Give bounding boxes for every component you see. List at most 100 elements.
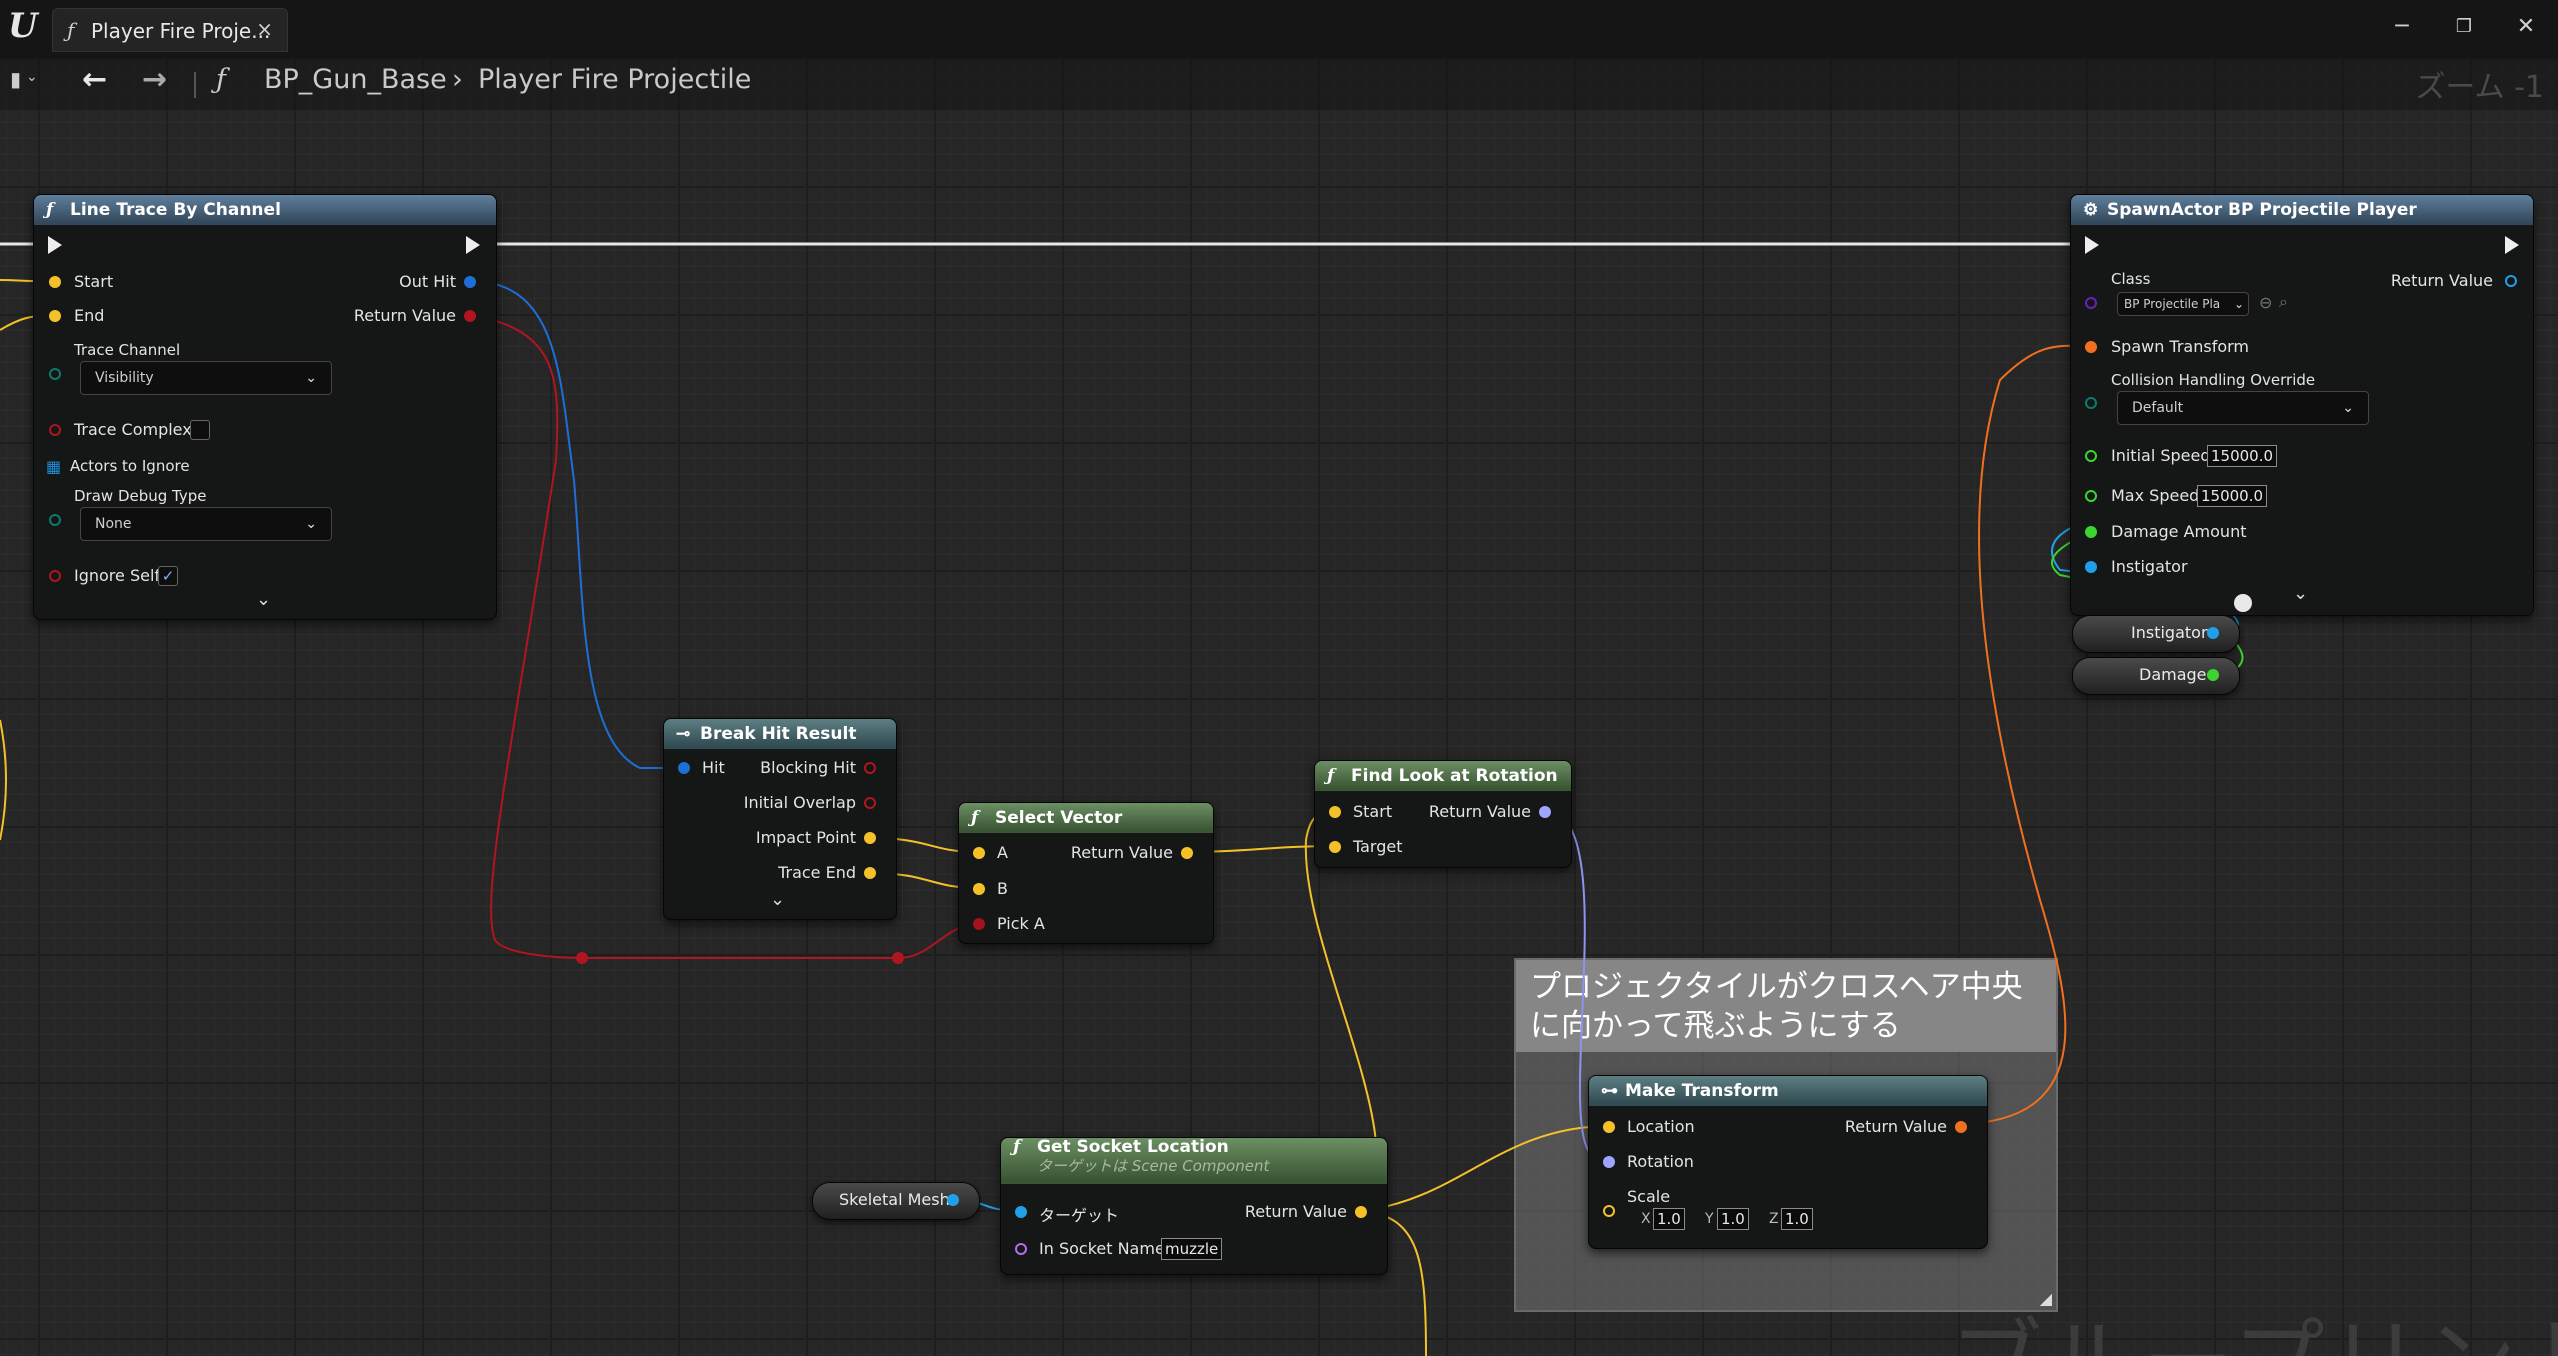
instigator-var-pin[interactable] — [2207, 627, 2219, 639]
minimize-button[interactable]: ─ — [2382, 10, 2422, 44]
class-pin[interactable] — [2085, 297, 2097, 309]
in-socket-name-pin[interactable] — [1015, 1243, 1027, 1255]
reroute-knot[interactable] — [2234, 594, 2252, 612]
return-value-pin[interactable] — [464, 310, 476, 322]
instigator-pin[interactable] — [2085, 561, 2097, 573]
return-value-label: Return Value — [1844, 1117, 1947, 1136]
a-label: A — [997, 843, 1008, 862]
node-header[interactable]: ⊶ Make Transform — [1589, 1076, 1987, 1106]
breadcrumb-bar: ▮ ⌄ ← → ƒ BP_Gun_Base › Player Fire Proj… — [0, 58, 2558, 110]
back-arrow-icon[interactable]: ← — [82, 62, 107, 97]
node-header[interactable]: ƒ Line Trace By Channel — [34, 195, 496, 225]
socket-name-input[interactable]: muzzle — [1161, 1238, 1223, 1260]
expand-chevron-icon[interactable]: ⌄ — [256, 589, 271, 610]
pick-a-pin[interactable] — [973, 918, 985, 930]
damage-var-pin[interactable] — [2207, 669, 2219, 681]
damage-variable[interactable]: Damage — [2072, 657, 2240, 695]
start-pin[interactable] — [1329, 806, 1341, 818]
expand-chevron-icon[interactable]: ⌄ — [770, 889, 785, 910]
out-hit-pin[interactable] — [464, 276, 476, 288]
hit-label: Hit — [702, 758, 725, 777]
target-pin[interactable] — [1329, 841, 1341, 853]
trace-channel-dropdown[interactable]: Visibility ⌄ — [80, 361, 332, 395]
scale-y-input[interactable]: 1.0 — [1717, 1208, 1749, 1230]
trace-end-pin[interactable] — [864, 867, 876, 879]
exec-out-pin[interactable] — [2505, 236, 2519, 254]
tab-close-icon[interactable]: × — [256, 17, 273, 41]
breadcrumb-current[interactable]: Player Fire Projectile — [478, 64, 751, 95]
start-pin[interactable] — [49, 276, 61, 288]
scale-z-input[interactable]: 1.0 — [1781, 1208, 1813, 1230]
scale-pin[interactable] — [1603, 1205, 1615, 1217]
array-pin-icon[interactable]: ▦ — [46, 457, 61, 476]
line-trace-node[interactable]: ƒ Line Trace By Channel Start End Out Hi… — [33, 194, 497, 620]
a-pin[interactable] — [973, 847, 985, 859]
forward-arrow-icon[interactable]: → — [142, 62, 167, 97]
skeletal-mesh-variable[interactable]: Skeletal Mesh — [812, 1182, 980, 1220]
collision-dropdown[interactable]: Default ⌄ — [2117, 391, 2369, 425]
return-value-pin[interactable] — [2505, 275, 2517, 287]
node-header[interactable]: ⊸ Break Hit Result — [664, 719, 896, 749]
restore-button[interactable]: ❐ — [2444, 10, 2484, 44]
expand-chevron-icon[interactable]: ⌄ — [2293, 583, 2308, 604]
select-vector-node[interactable]: ƒ Select Vector A B Pick A Return Value — [958, 802, 1214, 944]
node-header[interactable]: ƒ Find Look at Rotation — [1315, 761, 1571, 791]
max-speed-input[interactable]: 15000.0 — [2197, 485, 2268, 507]
spawn-transform-pin[interactable] — [2085, 341, 2097, 353]
trace-complex-checkbox[interactable] — [190, 420, 210, 440]
function-icon: ƒ — [67, 18, 75, 42]
initial-speed-pin[interactable] — [2085, 450, 2097, 462]
document-tab[interactable]: ƒ Player Fire Proje... × — [52, 8, 288, 52]
close-window-button[interactable]: ✕ — [2506, 10, 2546, 44]
exec-out-pin[interactable] — [466, 236, 480, 254]
breadcrumb-root[interactable]: BP_Gun_Base — [264, 64, 447, 95]
bookmark-icon[interactable]: ▮ — [10, 67, 21, 91]
scale-x-input[interactable]: 1.0 — [1653, 1208, 1685, 1230]
instigator-variable[interactable]: Instigator — [2072, 615, 2240, 653]
impact-point-pin[interactable] — [864, 832, 876, 844]
use-selected-icon[interactable]: ⊖ — [2259, 293, 2272, 312]
break-hit-result-node[interactable]: ⊸ Break Hit Result Hit Blocking Hit Init… — [663, 718, 897, 920]
get-socket-location-node[interactable]: ƒ Get Socket Location ターゲットは Scene Compo… — [1000, 1137, 1388, 1275]
rotation-pin[interactable] — [1603, 1156, 1615, 1168]
chevron-down-icon[interactable]: ⌄ — [26, 69, 38, 85]
ignore-self-checkbox[interactable]: ✓ — [158, 566, 178, 586]
damage-amount-pin[interactable] — [2085, 526, 2097, 538]
hit-pin[interactable] — [678, 762, 690, 774]
target-pin[interactable] — [1015, 1206, 1027, 1218]
zoom-level: ズーム -1 — [2415, 70, 2544, 105]
class-dropdown[interactable]: BP Projectile Pla ⌄ — [2117, 292, 2249, 316]
b-pin[interactable] — [973, 883, 985, 895]
draw-debug-type-pin[interactable] — [49, 514, 61, 526]
browse-search-icon[interactable]: ⌕ — [2279, 292, 2288, 312]
max-speed-pin[interactable] — [2085, 490, 2097, 502]
comment-line-2: に向かって飛ぶようにする — [1530, 1008, 1901, 1044]
resize-handle-icon[interactable]: ◢ — [2040, 1289, 2052, 1308]
return-value-pin[interactable] — [1181, 847, 1193, 859]
return-value-pin[interactable] — [1355, 1206, 1367, 1218]
collision-pin[interactable] — [2085, 397, 2097, 409]
blocking-hit-pin[interactable] — [864, 762, 876, 774]
ignore-self-pin[interactable] — [49, 570, 61, 582]
return-value-pin[interactable] — [1539, 806, 1551, 818]
trace-channel-pin[interactable] — [49, 368, 61, 380]
find-look-at-rotation-node[interactable]: ƒ Find Look at Rotation Start Target Ret… — [1314, 760, 1572, 868]
return-value-pin[interactable] — [1955, 1121, 1967, 1133]
exec-in-pin[interactable] — [48, 236, 62, 254]
location-pin[interactable] — [1603, 1121, 1615, 1133]
end-pin[interactable] — [49, 310, 61, 322]
initial-overlap-label: Initial Overlap — [743, 793, 856, 812]
comment-title[interactable]: プロジェクタイルがクロスヘア中央 に向かって飛ぶようにする — [1516, 960, 2056, 1052]
node-header[interactable]: ⚙ SpawnActor BP Projectile Player — [2071, 195, 2533, 225]
skeletal-mesh-pin[interactable] — [947, 1194, 959, 1206]
node-header[interactable]: ƒ Get Socket Location ターゲットは Scene Compo… — [1001, 1138, 1387, 1184]
exec-in-pin[interactable] — [2085, 236, 2099, 254]
spawn-actor-node[interactable]: ⚙ SpawnActor BP Projectile Player Class … — [2070, 194, 2534, 616]
trace-complex-pin[interactable] — [49, 424, 61, 436]
make-transform-node[interactable]: ⊶ Make Transform Location Rotation Scale… — [1588, 1075, 1988, 1249]
node-header[interactable]: ƒ Select Vector — [959, 803, 1213, 833]
initial-overlap-pin[interactable] — [864, 797, 876, 809]
initial-speed-input[interactable]: 15000.0 — [2207, 445, 2278, 467]
damage-amount-label: Damage Amount — [2111, 522, 2247, 541]
draw-debug-type-dropdown[interactable]: None ⌄ — [80, 507, 332, 541]
